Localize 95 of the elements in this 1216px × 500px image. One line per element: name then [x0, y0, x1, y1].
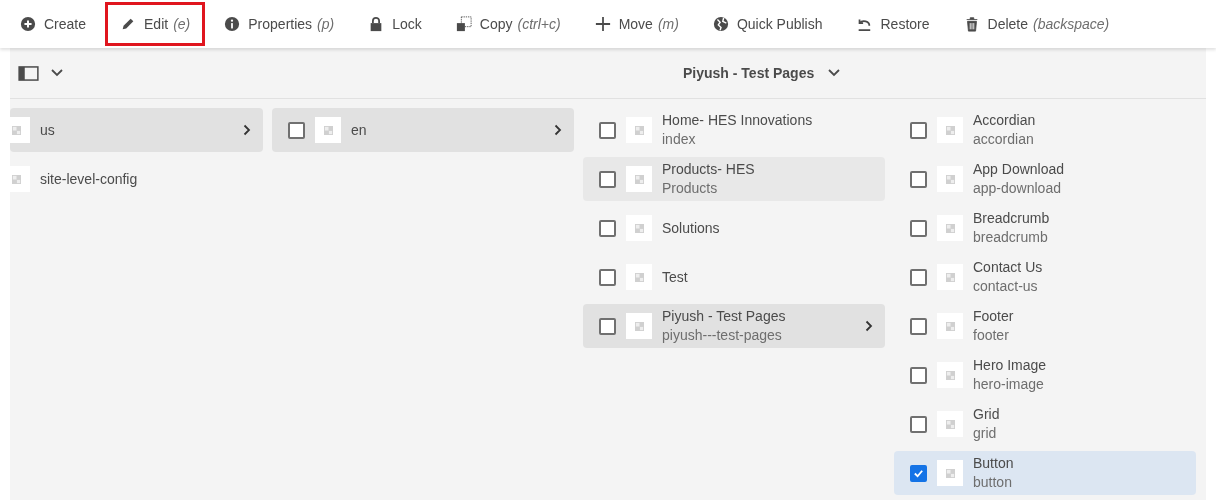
page-item[interactable]: Grid grid [894, 402, 1196, 446]
page-item[interactable]: site-level-config [10, 157, 263, 201]
page-icon [634, 125, 644, 135]
page-icon [12, 125, 21, 135]
page-icon [945, 419, 955, 429]
page-icon [634, 223, 644, 233]
item-title: App Download [973, 160, 1066, 179]
toolbar-button[interactable]: Quick Publish [697, 2, 838, 46]
checkbox[interactable] [599, 317, 616, 335]
item-name: app-download [973, 179, 1062, 198]
page-item[interactable]: Piyush - Test Pages piyush---test-pages [583, 304, 885, 348]
toolbar-button[interactable]: Delete (backspace) [948, 2, 1125, 46]
page-icon [323, 125, 333, 135]
page-item[interactable]: Solutions [583, 206, 885, 250]
page-icon [945, 125, 955, 135]
page-item[interactable]: Accordian accordian [894, 108, 1196, 152]
item-title: Test [662, 267, 689, 287]
copy-icon [455, 16, 472, 32]
toolbar-button[interactable]: Copy (ctrl+c) [440, 2, 576, 46]
page-item[interactable]: us [10, 108, 263, 152]
page-item[interactable]: en [272, 108, 574, 152]
toolbar-button[interactable]: Edit (e) [105, 2, 206, 46]
item-name: index [662, 130, 697, 149]
page-icon [634, 321, 644, 331]
page-icon [945, 370, 955, 380]
item-title: en [351, 120, 368, 140]
item-title: Products- HES [662, 160, 756, 179]
create-icon [20, 16, 36, 32]
item-title: Solutions [662, 218, 721, 238]
page-icon [945, 272, 955, 282]
toolbar-button[interactable]: Create [14, 2, 102, 46]
checkbox[interactable] [599, 219, 616, 237]
page-item[interactable]: Button button [894, 451, 1196, 495]
item-title: site-level-config [40, 169, 139, 189]
chevron-right-icon [243, 124, 251, 136]
item-name: grid [973, 424, 998, 443]
item-name: piyush---test-pages [662, 326, 783, 345]
checkmark-icon [913, 467, 924, 479]
item-name: hero-image [973, 375, 1045, 394]
checkbox[interactable] [910, 121, 927, 139]
page-icon [12, 174, 21, 184]
toolbar-button[interactable]: Lock [353, 2, 437, 46]
page-item[interactable]: Products- HES Products [583, 157, 885, 201]
checkbox[interactable] [910, 415, 927, 433]
item-title: Footer [973, 307, 1015, 326]
page-icon [634, 174, 644, 184]
checkbox[interactable] [910, 317, 927, 335]
chevron-down-icon[interactable] [51, 69, 63, 77]
chevron-down-icon[interactable] [828, 69, 841, 77]
page-item[interactable]: Contact Us contact-us [894, 255, 1196, 299]
toolbar-button[interactable]: Move (m) [579, 2, 694, 46]
item-name: Products [662, 179, 719, 198]
page-icon [945, 174, 955, 184]
page-item[interactable]: Home- HES Innovations index [583, 108, 885, 152]
item-title: Hero Image [973, 356, 1048, 375]
page-item[interactable]: Hero Image hero-image [894, 353, 1196, 397]
page-item[interactable]: App Download app-download [894, 157, 1196, 201]
plus-icon [594, 16, 611, 32]
item-title: Accordian [973, 111, 1037, 130]
item-name: footer [973, 326, 1010, 345]
rail-toggle-icon[interactable] [18, 65, 39, 81]
item-title: Button [973, 454, 1015, 473]
checkbox[interactable] [599, 121, 616, 139]
item-title: Piyush - Test Pages [662, 307, 787, 326]
checkbox[interactable] [288, 121, 305, 139]
toolbar-button[interactable]: Restore [841, 2, 945, 46]
globe-icon [712, 16, 729, 32]
checkbox[interactable] [910, 219, 927, 237]
checkbox[interactable] [910, 366, 927, 384]
page-icon [945, 468, 955, 478]
page-item[interactable]: Test [583, 255, 885, 299]
checkbox[interactable] [599, 170, 616, 188]
chevron-right-icon [865, 320, 873, 332]
info-icon [224, 16, 241, 32]
item-name: contact-us [973, 277, 1039, 296]
item-title: Contact Us [973, 258, 1044, 277]
toolbar-button[interactable]: Properties (p) [209, 2, 350, 46]
page-item[interactable]: Breadcrumb breadcrumb [894, 206, 1196, 250]
item-name: accordian [973, 130, 1035, 149]
item-title: Breadcrumb [973, 209, 1051, 228]
item-name: button [973, 473, 1013, 492]
page-icon [945, 223, 955, 233]
item-title: Grid [973, 405, 1001, 424]
item-title: us [40, 120, 56, 140]
item-name: breadcrumb [973, 228, 1049, 247]
checkbox[interactable] [910, 170, 927, 188]
chevron-right-icon [554, 124, 562, 136]
page-icon [945, 321, 955, 331]
page-title: Piyush - Test Pages [683, 65, 815, 81]
checkbox[interactable] [599, 268, 616, 286]
item-title: Home- HES Innovations [662, 111, 814, 130]
checkbox[interactable] [910, 268, 927, 286]
page-icon [634, 272, 644, 282]
checkbox[interactable] [910, 464, 927, 482]
page-item[interactable]: Footer footer [894, 304, 1196, 348]
